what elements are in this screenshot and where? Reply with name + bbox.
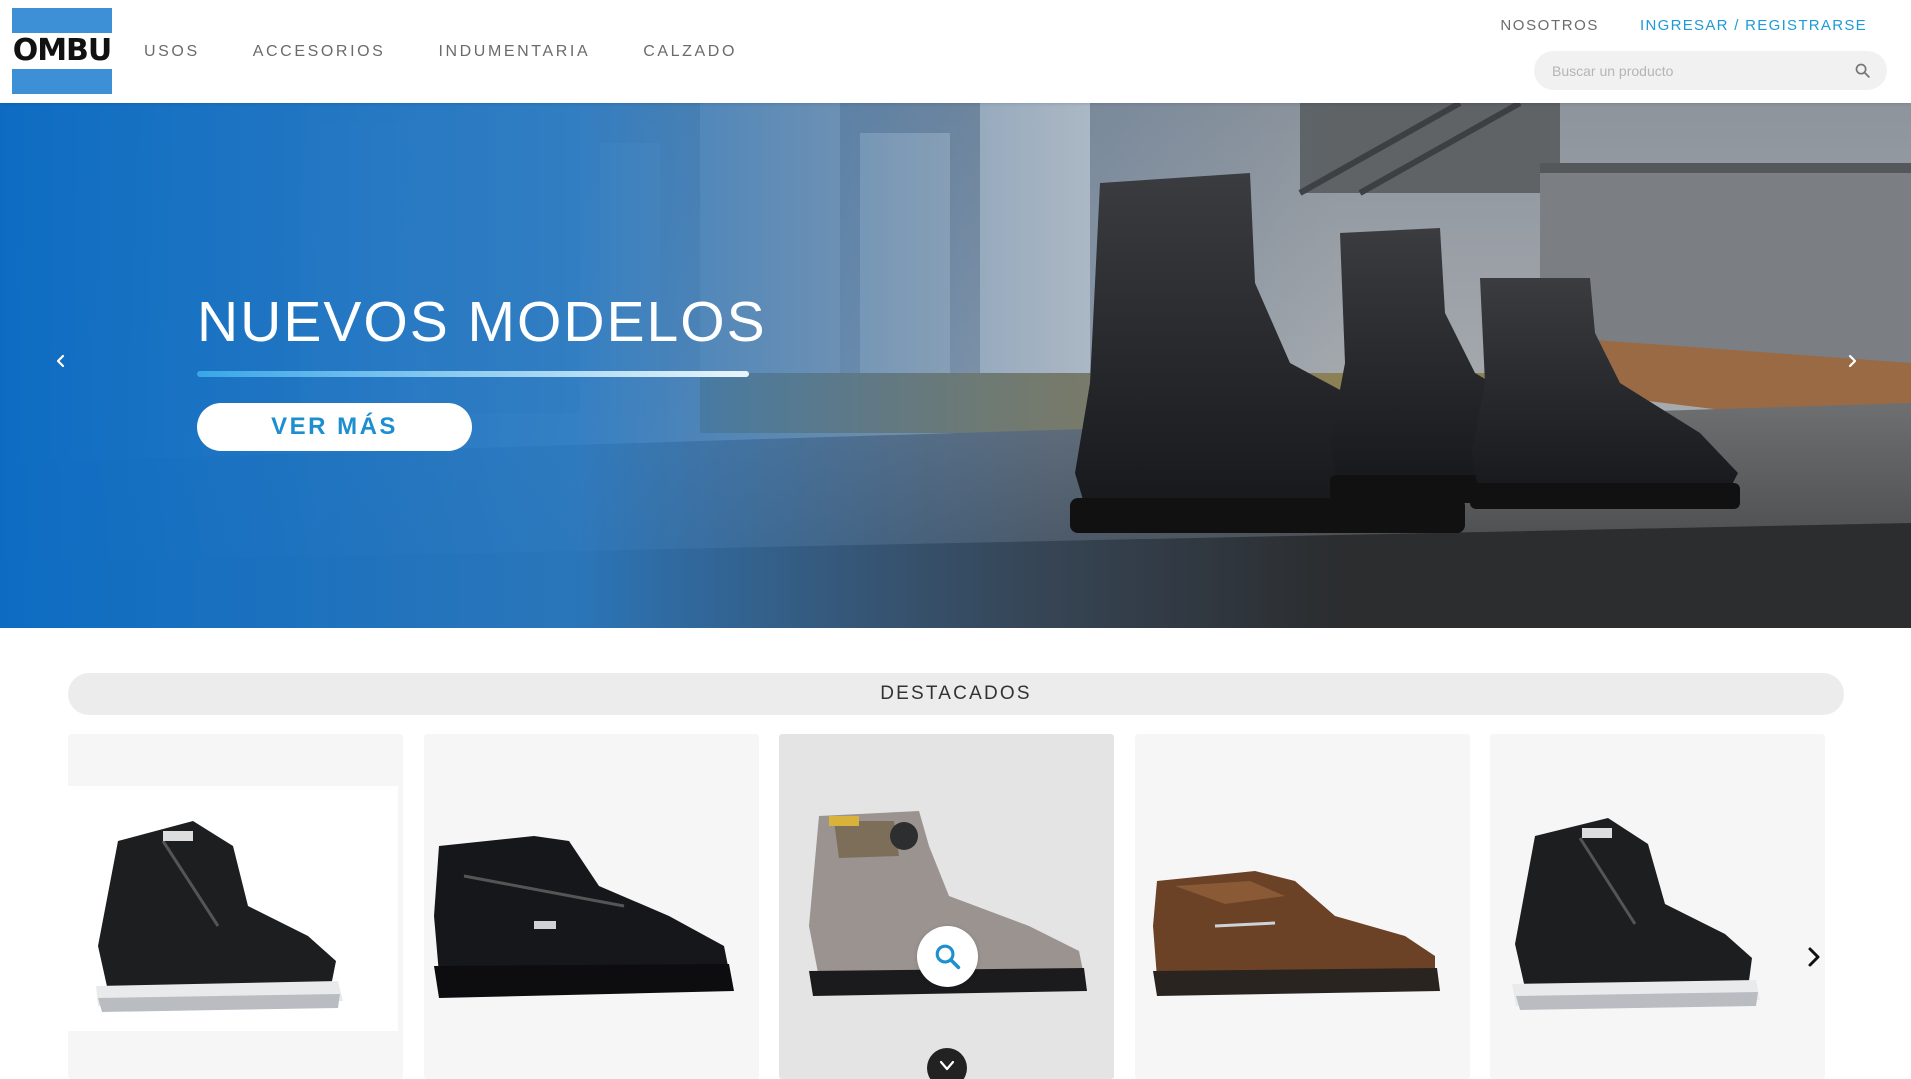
product-card[interactable] <box>1490 734 1825 1079</box>
featured-section-header: DESTACADOS <box>68 673 1844 715</box>
hero-background-image <box>0 103 1911 628</box>
search-input[interactable] <box>1552 51 1842 90</box>
featured-products-carousel <box>68 734 1828 1079</box>
product-card-hovered[interactable] <box>779 734 1114 1079</box>
featured-title: DESTACADOS <box>880 683 1032 704</box>
search-box <box>1534 51 1887 90</box>
product-card[interactable] <box>68 734 403 1079</box>
product-image <box>1512 818 1760 1010</box>
chevron-right-icon[interactable] <box>1840 349 1864 373</box>
product-image <box>434 836 734 998</box>
top-links: NOSOTROS INGRESAR / REGISTRARSE <box>1500 17 1867 34</box>
chevron-right-icon[interactable] <box>1800 943 1828 971</box>
nosotros-link[interactable]: NOSOTROS <box>1500 17 1599 34</box>
logo-text: OMBU <box>12 33 113 68</box>
hero-title-underline <box>197 371 749 377</box>
site-header: OMBU USOS ACCESORIOS INDUMENTARIA CALZAD… <box>0 0 1911 103</box>
product-image <box>96 821 343 1012</box>
nav-item-calzado[interactable]: CALZADO <box>643 42 737 62</box>
hero-banner: NUEVOS MODELOS VER MÁS <box>0 103 1911 628</box>
search-icon[interactable] <box>1854 62 1871 79</box>
product-card[interactable] <box>424 734 759 1079</box>
magnifier-icon <box>935 944 961 970</box>
product-card[interactable] <box>1135 734 1470 1079</box>
expand-details-button[interactable] <box>927 1048 967 1079</box>
chevron-left-icon[interactable] <box>49 349 73 373</box>
ombu-logo[interactable]: OMBU <box>12 8 112 94</box>
login-register-link[interactable]: INGRESAR / REGISTRARSE <box>1640 17 1867 34</box>
hero-title: NUEVOS MODELOS <box>197 290 767 354</box>
chevron-down-icon <box>939 1060 955 1071</box>
nav-item-indumentaria[interactable]: INDUMENTARIA <box>438 42 590 62</box>
nav-item-accesorios[interactable]: ACCESORIOS <box>253 42 386 62</box>
nav-item-usos[interactable]: USOS <box>144 42 200 62</box>
ver-mas-button[interactable]: VER MÁS <box>197 403 472 451</box>
quick-view-button[interactable] <box>917 926 978 987</box>
product-image <box>809 811 1087 996</box>
main-nav: USOS ACCESORIOS INDUMENTARIA CALZADO <box>144 42 790 62</box>
product-image <box>1153 871 1440 996</box>
